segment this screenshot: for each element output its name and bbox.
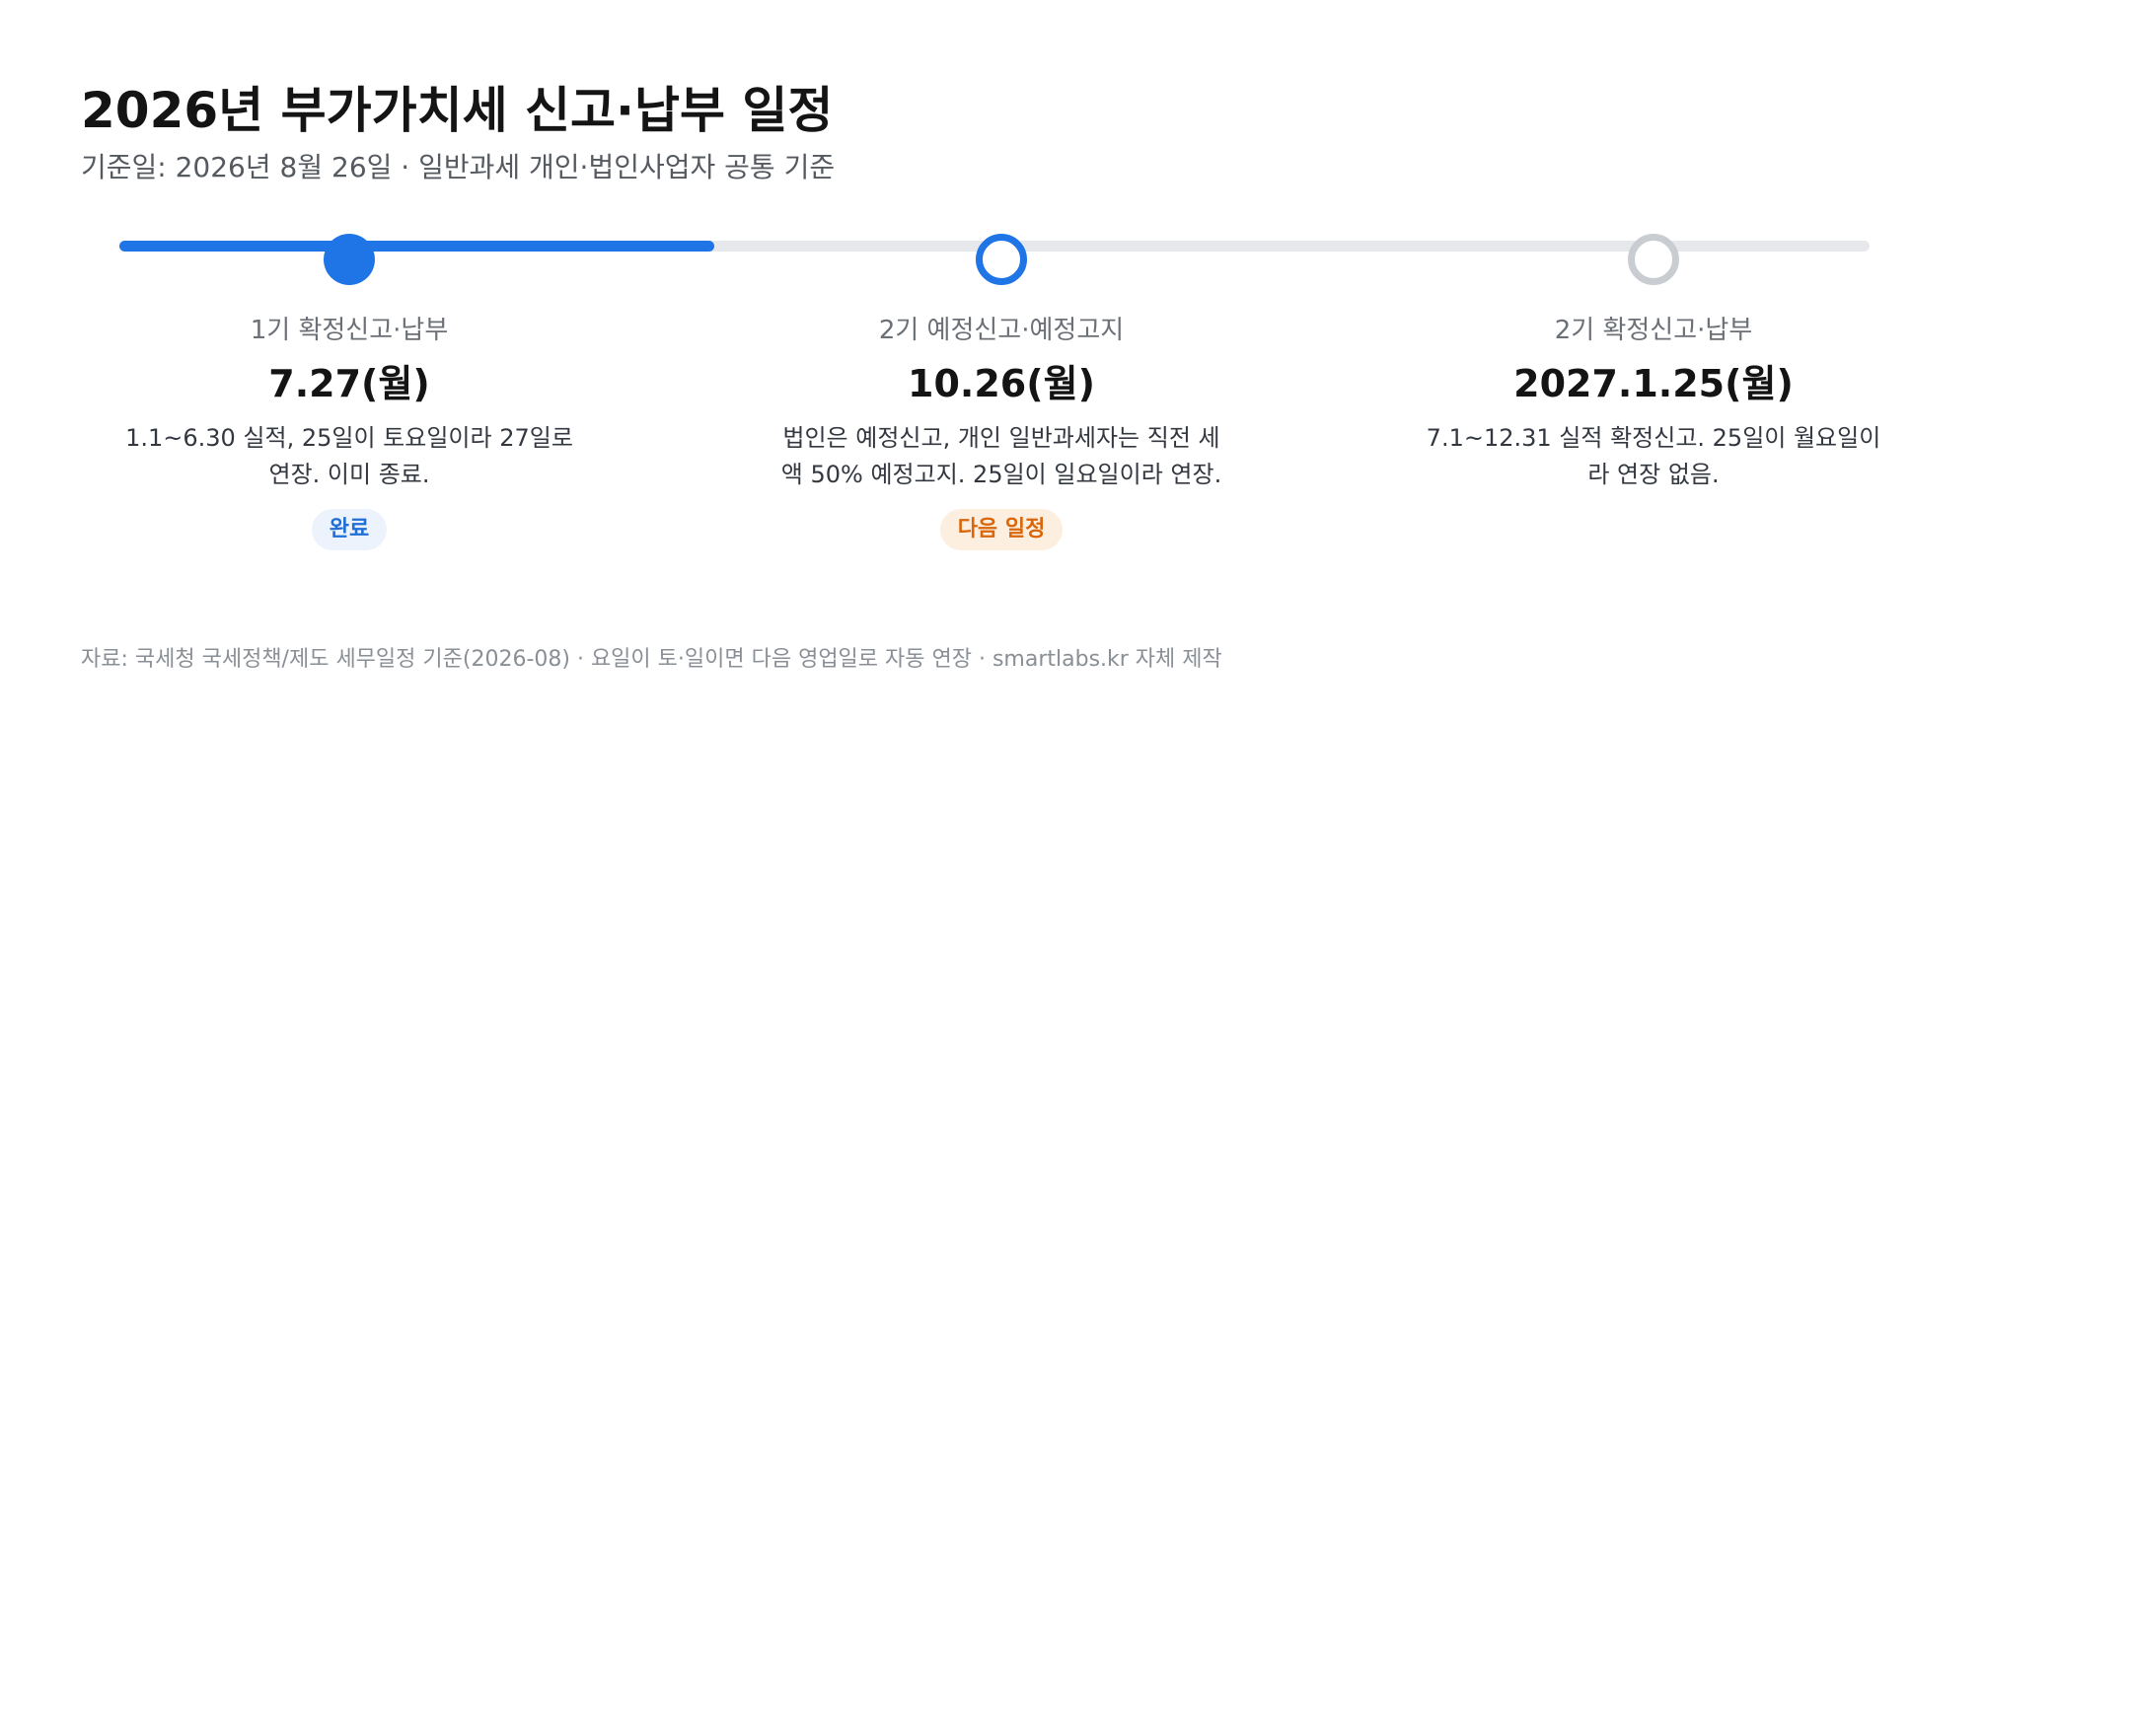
stage-description: 1.1~6.30 실적, 25일이 토요일이라 27일로 연장. 이미 종료. <box>125 424 573 488</box>
stage-label: 2기 확정신고·납부 <box>1554 316 1753 345</box>
page: 2026년 부가가치세 신고·납부 일정 기준일: 2026년 8월 26일 ·… <box>0 0 2131 1736</box>
timeline-stage-2: 2기 예정신고·예정고지 10.26(월) 법인은 예정신고, 개인 일반과세자… <box>770 314 1233 550</box>
stage-description: 7.1~12.31 실적 확정신고. 25일이 월요일이라 연장 없음. <box>1426 424 1881 488</box>
stage-date: 2027.1.25(월) <box>1513 362 1794 405</box>
page-subtitle: 기준일: 2026년 8월 26일 · 일반과세 개인·법인사업자 공통 기준 <box>81 151 836 183</box>
stage-date: 7.27(월) <box>268 362 430 405</box>
status-badge-next: 다음 일정 <box>939 509 1064 550</box>
stage-date: 10.26(월) <box>908 362 1095 405</box>
timeline-stage-1: 1기 확정신고·납부 7.27(월) 1.1~6.30 실적, 25일이 토요일… <box>117 314 581 550</box>
stage-label: 1기 확정신고·납부 <box>250 316 449 345</box>
timeline-progress-fill <box>119 241 715 252</box>
status-badge-done: 완료 <box>311 509 388 550</box>
stage-description: 법인은 예정신고, 개인 일반과세자는 직전 세액 50% 예정고지. 25일이… <box>780 424 1222 488</box>
source-footnote: 자료: 국세청 국세정책/제도 세무일정 기준(2026-08) · 요일이 토… <box>81 647 1222 672</box>
timeline-stage-3: 2기 확정신고·납부 2027.1.25(월) 7.1~12.31 실적 확정신… <box>1422 314 1885 493</box>
timeline-node-stage-2 <box>976 234 1027 285</box>
timeline-node-stage-3 <box>1628 234 1679 285</box>
stage-label: 2기 예정신고·예정고지 <box>878 316 1125 345</box>
timeline-node-stage-1 <box>324 234 375 285</box>
page-title: 2026년 부가가치세 신고·납부 일정 <box>81 82 834 139</box>
